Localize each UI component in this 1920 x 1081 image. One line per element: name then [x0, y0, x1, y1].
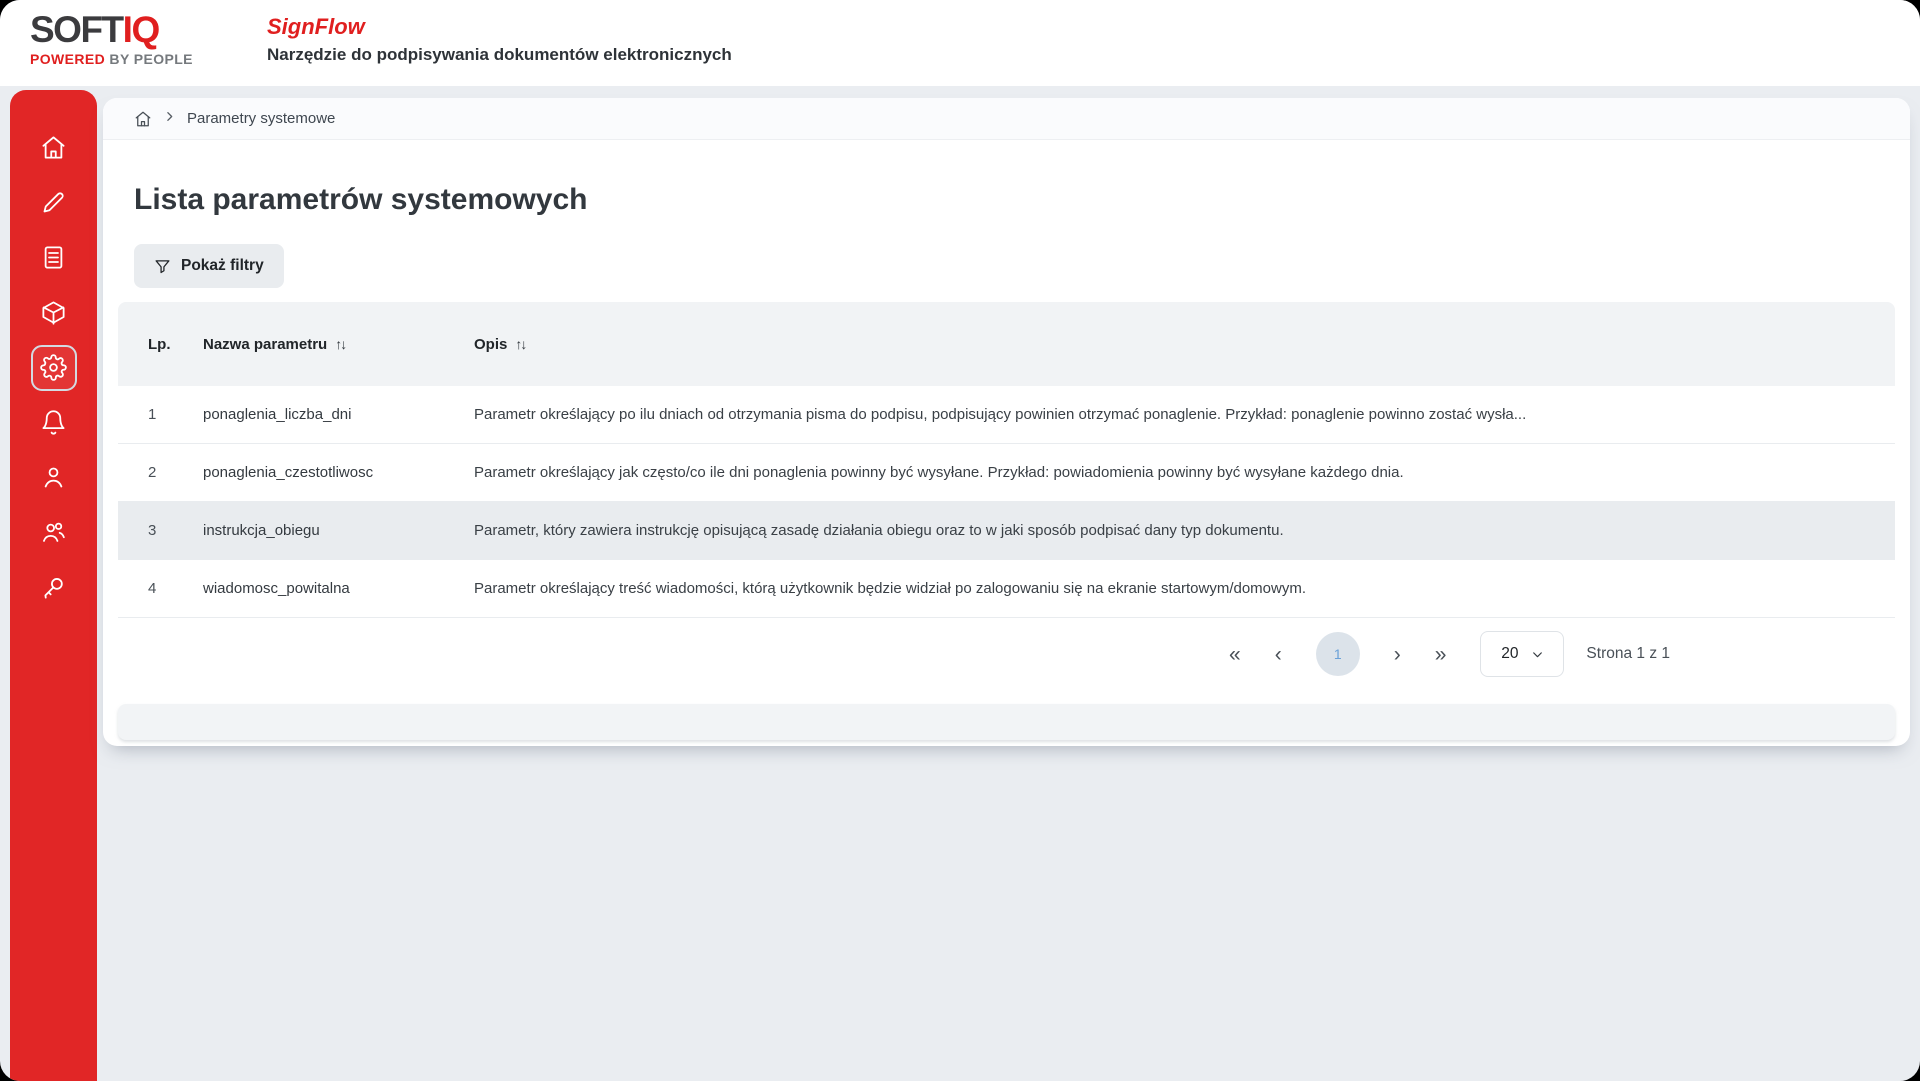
pagination-first-button[interactable]: «: [1229, 644, 1241, 665]
pagination: « ‹ 1 › » 20 Strona 1 z 1: [103, 618, 1910, 690]
logo-powered: POWERED: [30, 51, 105, 67]
sidebar-item-package[interactable]: [10, 285, 97, 340]
column-header-description: Opis↑↓: [474, 336, 1895, 353]
pagination-prev-button[interactable]: ‹: [1275, 644, 1282, 665]
table-row[interactable]: 1 ponaglenia_liczba_dni Parametr określa…: [118, 386, 1895, 444]
page-size-select[interactable]: 20: [1480, 631, 1564, 677]
bell-icon: [40, 409, 67, 436]
pagination-next-button[interactable]: ›: [1394, 644, 1401, 665]
parameters-table: Lp. Nazwa parametru↑↓ Opis↑↓ 1 ponagleni…: [118, 302, 1895, 618]
cell-description: Parametr określający treść wiadomości, k…: [474, 580, 1895, 597]
pagination-last-button[interactable]: »: [1435, 644, 1447, 665]
cell-name: wiadomosc_powitalna: [203, 580, 474, 597]
gear-icon: [40, 354, 67, 381]
logo-tagline: POWERED BY PEOPLE: [30, 51, 193, 67]
sidebar-item-notifications[interactable]: [10, 395, 97, 450]
page-title: Lista parametrów systemowych: [134, 180, 1910, 220]
page-size-value: 20: [1501, 645, 1518, 663]
cell-name: instrukcja_obiegu: [203, 522, 474, 539]
table-row[interactable]: 4 wiadomosc_powitalna Parametr określają…: [118, 560, 1895, 618]
cell-lp: 2: [148, 464, 203, 481]
show-filters-label: Pokaż filtry: [181, 257, 264, 275]
sort-icon-description[interactable]: ↑↓: [515, 336, 525, 352]
app-window: SOFTIQ POWERED BY PEOPLE SignFlow Narzęd…: [0, 0, 1920, 1081]
chevron-down-icon: [1531, 648, 1544, 661]
top-header: SOFTIQ POWERED BY PEOPLE SignFlow Narzęd…: [0, 0, 1920, 86]
sort-icon-name[interactable]: ↑↓: [335, 336, 345, 352]
home-icon: [40, 134, 67, 161]
pencil-icon: [40, 189, 67, 216]
logo-wordmark: SOFTIQ: [30, 11, 193, 49]
column-header-name: Nazwa parametru↑↓: [203, 336, 474, 353]
page-info-label: Strona 1 z 1: [1586, 645, 1670, 663]
sidebar-item-settings[interactable]: [10, 340, 97, 395]
app-name: SignFlow: [267, 13, 732, 41]
table-header-row: Lp. Nazwa parametru↑↓ Opis↑↓: [118, 302, 1895, 386]
sidebar-nav: [10, 90, 97, 1081]
cell-lp: 3: [148, 522, 203, 539]
document-icon: [40, 244, 67, 271]
content-card: Parametry systemowe Lista parametrów sys…: [103, 98, 1910, 746]
sidebar-item-user[interactable]: [10, 450, 97, 505]
sidebar-item-documents[interactable]: [10, 230, 97, 285]
cell-lp: 1: [148, 406, 203, 423]
app-subtitle: Narzędzie do podpisywania dokumentów ele…: [267, 45, 732, 65]
breadcrumb-home-icon[interactable]: [134, 110, 152, 128]
table-row[interactable]: 2 ponaglenia_czestotliwosc Parametr okre…: [118, 444, 1895, 502]
logo-soft: SOFT: [30, 9, 123, 50]
cell-name: ponaglenia_czestotliwosc: [203, 464, 474, 481]
key-icon: [40, 574, 67, 601]
user-icon: [40, 464, 67, 491]
users-icon: [40, 519, 67, 546]
active-item-frame: [31, 345, 77, 391]
sidebar-item-users[interactable]: [10, 505, 97, 560]
show-filters-button[interactable]: Pokaż filtry: [134, 244, 284, 288]
app-title-block: SignFlow Narzędzie do podpisywania dokum…: [267, 13, 732, 65]
cell-description: Parametr określający jak często/co ile d…: [474, 464, 1895, 481]
cell-name: ponaglenia_liczba_dni: [203, 406, 474, 423]
table-footer-strip: [118, 704, 1895, 740]
logo-by-people: BY PEOPLE: [105, 51, 193, 67]
breadcrumb: Parametry systemowe: [103, 98, 1910, 140]
logo-iq: IQ: [123, 9, 159, 50]
sidebar-item-key[interactable]: [10, 560, 97, 615]
cell-description: Parametr, który zawiera instrukcję opisu…: [474, 522, 1895, 539]
cell-description: Parametr określający po ilu dniach od ot…: [474, 406, 1895, 423]
softiq-logo: SOFTIQ POWERED BY PEOPLE: [30, 11, 193, 67]
sidebar-item-home[interactable]: [10, 120, 97, 175]
cell-lp: 4: [148, 580, 203, 597]
cube-icon: [40, 299, 67, 326]
pagination-current-page[interactable]: 1: [1316, 632, 1360, 676]
filter-funnel-icon: [154, 258, 171, 275]
breadcrumb-separator-icon: [163, 110, 176, 128]
column-header-lp: Lp.: [148, 336, 203, 353]
sidebar-item-edit[interactable]: [10, 175, 97, 230]
breadcrumb-current: Parametry systemowe: [187, 110, 335, 127]
table-row-highlighted[interactable]: 3 instrukcja_obiegu Parametr, który zawi…: [118, 502, 1895, 560]
